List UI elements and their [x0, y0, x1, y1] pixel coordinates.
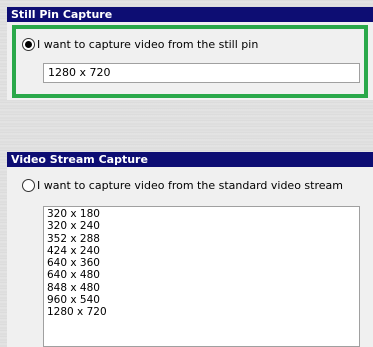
list-item[interactable]: 320 x 240: [47, 220, 359, 232]
list-item[interactable]: 320 x 180: [47, 208, 359, 220]
still-pin-capture-header: Still Pin Capture: [7, 7, 373, 22]
list-item[interactable]: 848 x 480: [47, 282, 359, 294]
resolution-listbox[interactable]: 320 x 180 320 x 240 352 x 288 424 x 240 …: [43, 206, 360, 347]
still-pin-radio-row[interactable]: I want to capture video from the still p…: [22, 38, 258, 51]
list-item[interactable]: 960 x 540: [47, 294, 359, 306]
list-item[interactable]: 640 x 480: [47, 269, 359, 281]
still-pin-resolution-field[interactable]: 1280 x 720: [43, 63, 360, 83]
still-pin-radio-label: I want to capture video from the still p…: [37, 38, 259, 51]
video-stream-radio-row[interactable]: I want to capture video from the standar…: [22, 179, 343, 192]
list-item[interactable]: 640 x 360: [47, 257, 359, 269]
list-item[interactable]: 1280 x 720: [47, 306, 359, 318]
video-stream-radio-label: I want to capture video from the standar…: [37, 179, 343, 192]
video-stream-capture-header: Video Stream Capture: [7, 152, 373, 167]
video-stream-radio[interactable]: [22, 179, 35, 192]
still-pin-radio[interactable]: [22, 38, 35, 51]
highlight-frame: [12, 25, 368, 98]
list-item[interactable]: 352 x 288: [47, 233, 359, 245]
list-item[interactable]: 424 x 240: [47, 245, 359, 257]
